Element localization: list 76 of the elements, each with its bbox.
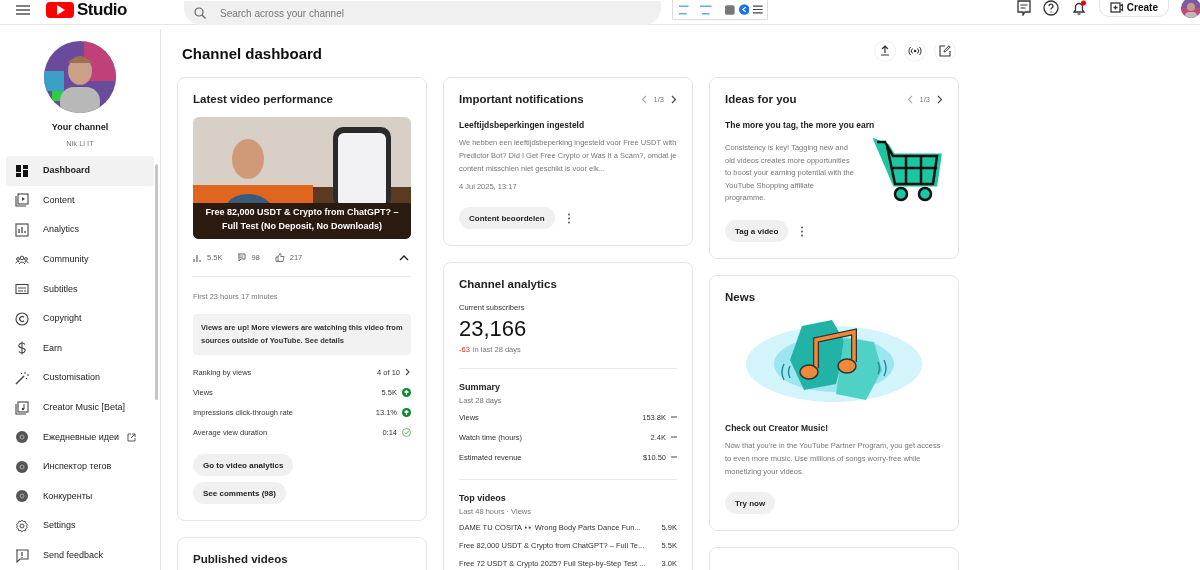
content-icon bbox=[15, 193, 29, 208]
bell-icon[interactable] bbox=[1070, 0, 1087, 16]
action-button[interactable]: See comments (98) bbox=[193, 482, 286, 504]
search-field[interactable]: Search across your channel bbox=[184, 1, 661, 25]
action-button[interactable]: Go to video analytics bbox=[193, 454, 294, 476]
arrow-up-icon bbox=[402, 407, 411, 417]
bar-chart-icon bbox=[193, 253, 202, 262]
sidebar-item[interactable]: Dashboard bbox=[6, 156, 154, 186]
chevron-right-icon[interactable] bbox=[405, 368, 411, 376]
feedback-icon bbox=[15, 548, 29, 563]
card-title: Latest video performance bbox=[193, 93, 334, 106]
scrollbar[interactable] bbox=[155, 164, 158, 400]
more-icon[interactable] bbox=[800, 225, 805, 237]
check-icon bbox=[402, 427, 411, 437]
logo-text: Studio bbox=[77, 3, 127, 17]
sidebar-item[interactable]: Инспектор тегов bbox=[6, 451, 154, 482]
tag-video-button[interactable]: Tag a video bbox=[725, 220, 789, 242]
circle-icon bbox=[738, 4, 750, 15]
sidebar-item[interactable]: Analytics bbox=[6, 215, 154, 245]
try-now-button[interactable]: Try now bbox=[725, 492, 776, 514]
settings-icon bbox=[15, 518, 29, 533]
music-icon bbox=[15, 400, 29, 415]
card-title: Ideas for you bbox=[725, 93, 797, 106]
edit-button[interactable] bbox=[934, 39, 956, 62]
chevron-right-icon[interactable] bbox=[671, 95, 677, 104]
sidebar-item[interactable]: Конкуренты bbox=[6, 481, 154, 512]
create-button[interactable]: Create bbox=[1098, 0, 1169, 17]
thumbs-up-icon bbox=[274, 253, 285, 262]
sidebar-item[interactable]: Settings bbox=[6, 511, 154, 541]
section-title: Summary bbox=[459, 381, 502, 394]
sidebar-item[interactable]: Ежедневные идеи bbox=[6, 422, 154, 452]
collapse-icon[interactable] bbox=[399, 254, 409, 261]
analytics-icon bbox=[15, 223, 29, 237]
add-video-icon bbox=[1109, 1, 1123, 13]
notification-title: Leeftijdsbeperkingen ingesteld bbox=[459, 119, 586, 132]
more-icon[interactable] bbox=[566, 212, 571, 224]
sidebar-item[interactable]: Send feedback bbox=[6, 540, 154, 570]
extension-widget[interactable] bbox=[672, 0, 768, 20]
sidebar-item[interactable]: Copyright bbox=[6, 303, 154, 334]
extension-icon bbox=[15, 430, 29, 445]
broadcast-icon bbox=[908, 45, 922, 56]
extension-icon bbox=[15, 459, 29, 474]
earn-icon bbox=[15, 341, 29, 356]
sidebar-item[interactable]: Subtitles bbox=[6, 274, 154, 304]
arrow-up-icon bbox=[402, 387, 411, 397]
menu-icon[interactable] bbox=[16, 5, 30, 15]
edit-icon bbox=[939, 44, 951, 57]
subscriber-count: 23,166 bbox=[459, 316, 528, 341]
card-title: Published videos bbox=[193, 553, 289, 566]
sidebar-item[interactable]: Customisation bbox=[6, 363, 154, 393]
channel-label[interactable]: Your channel bbox=[51, 121, 109, 134]
badge-icon bbox=[725, 4, 735, 15]
search-icon bbox=[194, 7, 206, 19]
captions-icon[interactable] bbox=[1016, 0, 1031, 16]
upload-button[interactable] bbox=[874, 39, 896, 62]
comment-icon bbox=[237, 253, 247, 262]
sidebar-item[interactable]: Earn bbox=[6, 333, 154, 364]
live-button[interactable] bbox=[904, 39, 926, 62]
card-title: Channel analytics bbox=[459, 278, 558, 291]
card-title: Important notifications bbox=[459, 93, 584, 106]
extension-icon bbox=[15, 489, 29, 504]
page-title: Channel dashboard bbox=[182, 46, 323, 60]
sidebar-item[interactable]: Content bbox=[6, 185, 154, 216]
section-title: Top videos bbox=[459, 492, 507, 505]
sidebar-item[interactable]: Community bbox=[6, 244, 154, 275]
subtitles-icon bbox=[15, 282, 29, 297]
help-icon[interactable] bbox=[1042, 0, 1059, 16]
menu-icon bbox=[753, 5, 763, 14]
chevron-right-icon[interactable] bbox=[937, 95, 943, 104]
idea-title: The more you tag, the more you earn bbox=[725, 119, 876, 132]
card-title: News bbox=[725, 291, 757, 304]
news-title: Check out Creator Music! bbox=[725, 422, 829, 435]
sidebar-item[interactable]: Creator Music [Beta] bbox=[6, 392, 154, 423]
upload-icon bbox=[880, 45, 890, 56]
copyright-icon bbox=[15, 311, 29, 326]
review-button[interactable]: Content beoordelen bbox=[459, 207, 555, 229]
